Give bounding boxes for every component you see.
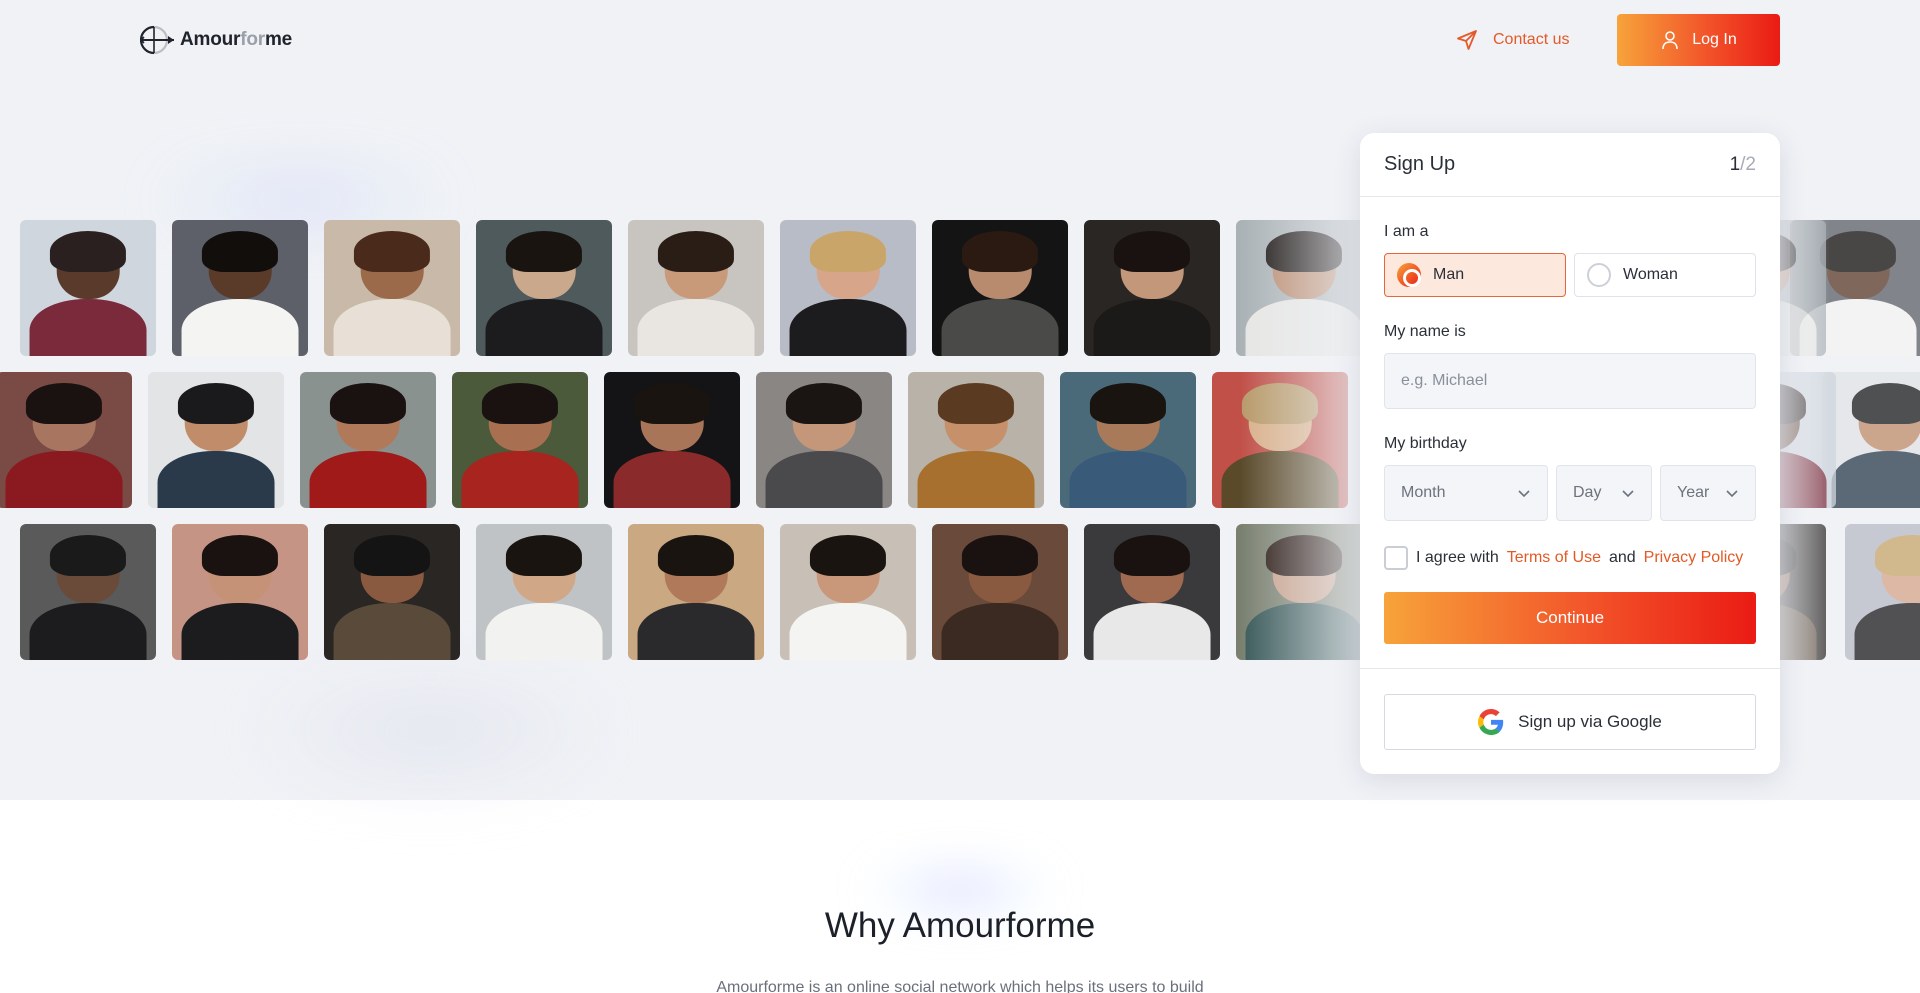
- radio-unselected-icon: [1587, 263, 1611, 287]
- chevron-down-icon: [1726, 490, 1738, 498]
- profile-photo[interactable]: [300, 372, 436, 508]
- profile-photo[interactable]: [20, 524, 156, 660]
- gender-option-man[interactable]: Man: [1384, 253, 1566, 297]
- profile-photo[interactable]: [172, 220, 308, 356]
- signup-title: Sign Up: [1384, 153, 1456, 175]
- agree-and-text: and: [1608, 549, 1636, 566]
- terms-agreement: I agree with Terms of Use and Privacy Po…: [1384, 545, 1743, 571]
- profile-photo[interactable]: [932, 220, 1068, 356]
- login-button[interactable]: Log In: [1617, 14, 1780, 66]
- year-select-value: Year: [1677, 484, 1710, 501]
- profile-photo[interactable]: [1084, 524, 1220, 660]
- profile-photo[interactable]: [932, 524, 1068, 660]
- profile-photo[interactable]: [628, 524, 764, 660]
- name-label: My name is: [1384, 323, 1466, 340]
- profile-photo[interactable]: [324, 220, 460, 356]
- privacy-policy-link[interactable]: Privacy Policy: [1644, 549, 1744, 567]
- google-signup-button[interactable]: Sign up via Google: [1384, 694, 1756, 750]
- login-label: Log In: [1692, 31, 1737, 48]
- card-divider: [1360, 668, 1780, 669]
- send-icon: [1457, 30, 1477, 50]
- profile-photo[interactable]: [1822, 372, 1920, 508]
- chevron-down-icon: [1518, 490, 1530, 498]
- terms-of-use-link[interactable]: Terms of Use: [1507, 549, 1601, 567]
- why-section-title: Why Amourforme: [824, 906, 1096, 945]
- logo-text: Amourforme: [180, 29, 293, 50]
- terms-checkbox[interactable]: [1384, 546, 1408, 570]
- contact-us-label: Contact us: [1493, 31, 1570, 48]
- birthday-label: My birthday: [1384, 435, 1467, 452]
- name-input[interactable]: [1384, 353, 1756, 409]
- photo-fade-overlay: [1240, 200, 1370, 680]
- profile-photo[interactable]: [604, 372, 740, 508]
- profile-photo[interactable]: [780, 220, 916, 356]
- step-indicator: 1/2: [1729, 153, 1756, 175]
- google-signup-label: Sign up via Google: [1518, 712, 1662, 731]
- profile-photo[interactable]: [1845, 524, 1920, 660]
- signup-card: Sign Up 1/2 I am a Man Woman My name is …: [1360, 133, 1780, 774]
- birth-day-select[interactable]: Day: [1556, 465, 1652, 521]
- birth-year-select[interactable]: Year: [1660, 465, 1756, 521]
- profile-photo[interactable]: [324, 524, 460, 660]
- profile-photo[interactable]: [908, 372, 1044, 508]
- user-icon: [1662, 31, 1679, 50]
- radio-selected-icon: [1397, 263, 1421, 287]
- contact-us-link[interactable]: Contact us: [1455, 26, 1569, 54]
- profile-photo[interactable]: [452, 372, 588, 508]
- profile-photo[interactable]: [148, 372, 284, 508]
- continue-button[interactable]: Continue: [1384, 592, 1756, 644]
- top-header: Amourforme Contact us Log In: [0, 0, 1920, 80]
- gender-option-woman[interactable]: Woman: [1574, 253, 1756, 297]
- month-select-value: Month: [1401, 484, 1446, 501]
- gender-option-label: Man: [1433, 266, 1465, 283]
- profile-photo[interactable]: [756, 372, 892, 508]
- gender-label: I am a: [1384, 223, 1429, 240]
- day-select-value: Day: [1573, 484, 1602, 501]
- profile-photo[interactable]: [1060, 372, 1196, 508]
- birth-month-select[interactable]: Month: [1384, 465, 1548, 521]
- profile-photo[interactable]: [0, 372, 132, 508]
- google-icon: [1478, 709, 1504, 735]
- profile-photo[interactable]: [476, 220, 612, 356]
- why-section-text: Amourforme is an online social network w…: [716, 979, 1204, 993]
- profile-photo[interactable]: [476, 524, 612, 660]
- gender-option-label: Woman: [1623, 266, 1678, 283]
- bow-arrow-logo-icon: [140, 25, 174, 55]
- profile-photo[interactable]: [628, 220, 764, 356]
- site-logo[interactable]: Amourforme: [140, 24, 292, 56]
- agree-prefix-text: I agree with: [1416, 549, 1499, 566]
- signup-card-header: Sign Up 1/2: [1360, 133, 1780, 197]
- profile-photo[interactable]: [20, 220, 156, 356]
- profile-photo[interactable]: [1084, 220, 1220, 356]
- profile-photo[interactable]: [172, 524, 308, 660]
- profile-photo[interactable]: [780, 524, 916, 660]
- chevron-down-icon: [1622, 490, 1634, 498]
